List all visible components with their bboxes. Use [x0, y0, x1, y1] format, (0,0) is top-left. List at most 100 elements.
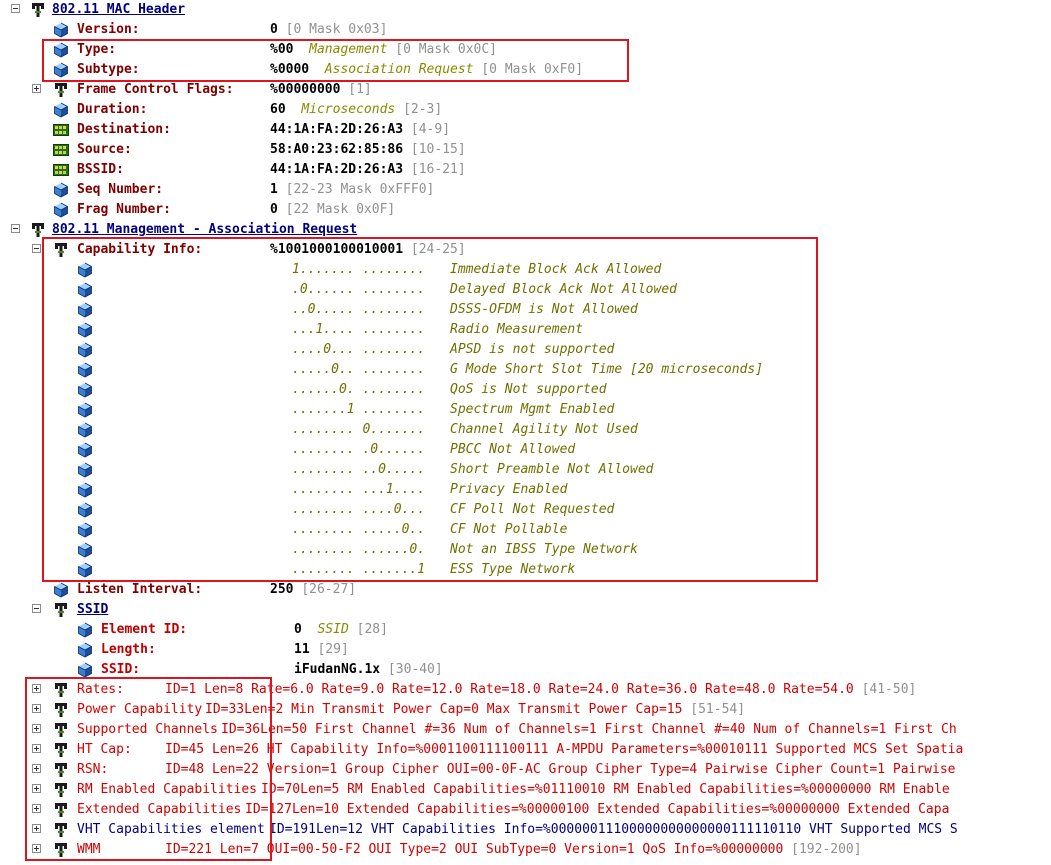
bit-description: CF Not Pollable — [450, 522, 568, 537]
information-element-row[interactable]: RSN: ID=48 Len=22 Version=1 Group Cipher … — [0, 760, 1051, 780]
capability-bit-row[interactable]: ........ ...1.... Privacy Enabled — [0, 480, 1051, 500]
bit-pattern: 1....... ........ — [292, 262, 426, 277]
field-value: 44:1A:FA:2D:26:A3 — [270, 122, 404, 137]
field-cube-icon — [53, 102, 69, 118]
field-cube-icon — [77, 562, 93, 578]
mac-field-row[interactable]: Frame Control Flags: %00000000 [1] — [0, 80, 1051, 100]
mac-header-node[interactable]: 802.11 MAC Header — [0, 0, 1051, 20]
bit-description: DSSS-OFDM is Not Allowed — [450, 302, 638, 317]
capability-bit-row[interactable]: .......1 ........ Spectrum Mgmt Enabled — [0, 400, 1051, 420]
mac-field-row[interactable]: Frag Number: 0 [22 Mask 0x0F] — [0, 200, 1051, 220]
tree-expander-icon[interactable] — [32, 704, 41, 713]
capability-bit-row[interactable]: ........ ....0... CF Poll Not Requested — [0, 500, 1051, 520]
mac-field-row[interactable]: Version: 0 [0 Mask 0x03] — [0, 20, 1051, 40]
capability-bit-row[interactable]: 1....... ........ Immediate Block Ack All… — [0, 260, 1051, 280]
mac-field-row[interactable]: Destination: 44:1A:FA:2D:26:A3 [4-9] — [0, 120, 1051, 140]
mac-field-row[interactable]: Type: %00 Management [0 Mask 0x0C] — [0, 40, 1051, 60]
management-node[interactable]: 802.11 Management - Association Request — [0, 220, 1051, 240]
field-cube-icon — [77, 342, 93, 358]
field-value: 60 — [270, 102, 286, 117]
capability-bit-row[interactable]: ..0..... ........ DSSS-OFDM is Not Allowe… — [0, 300, 1051, 320]
field-value: 1 — [270, 182, 278, 197]
tree-expander-icon[interactable] — [32, 764, 41, 773]
ssid-field-row[interactable]: SSID: iFudanNG.1x [30-40] — [0, 660, 1051, 680]
mac-field-row[interactable]: Subtype: %0000 Association Request [0 Mas… — [0, 60, 1051, 80]
mac-field-row[interactable]: Seq Number: 1 [22-23 Mask 0xFFF0] — [0, 180, 1051, 200]
information-element-row[interactable]: Extended Capabilities ID=127Len=10 Extend… — [0, 800, 1051, 820]
element-label: Extended Capabilities — [77, 802, 242, 817]
bit-description: QoS is Not supported — [450, 382, 607, 397]
element-detail-group: ID=33Len=2 Min Transmit Power Cap=0 Max … — [205, 700, 745, 720]
capability-bit-row[interactable]: ........ ..0..... Short Preamble Not Allo… — [0, 460, 1051, 480]
ssid-field-row[interactable]: Element ID: 0 SSID [28] — [0, 620, 1051, 640]
information-element-row[interactable]: VHT Capabilities element ID=191Len=12 VHT… — [0, 820, 1051, 840]
mac-field-row[interactable]: Duration: 60 Microseconds [2-3] — [0, 100, 1051, 120]
listen-interval-row[interactable]: Listen Interval: 250 [26-27] — [0, 580, 1051, 600]
field-label: Type: — [77, 42, 117, 57]
tree-expander-icon[interactable] — [32, 784, 41, 793]
capability-bit-row[interactable]: .....0.. ........ G Mode Short Slot Time … — [0, 360, 1051, 380]
capability-bit-row[interactable]: ......0. ........ QoS is Not supported — [0, 380, 1051, 400]
field-range: [1] — [348, 82, 372, 97]
field-range: [4-9] — [410, 122, 451, 137]
information-element-row[interactable]: RM Enabled Capabilities ID=70Len=5 RM Ena… — [0, 780, 1051, 800]
element-label: RM Enabled Capabilities — [77, 782, 258, 797]
information-element-row[interactable]: Power Capability ID=33Len=2 Min Transmit … — [0, 700, 1051, 720]
protocol-branch-icon — [53, 822, 69, 838]
tree-expander-icon[interactable] — [32, 724, 41, 733]
capability-bit-row[interactable]: ........ ......0. Not an IBSS Type Networ… — [0, 540, 1051, 560]
bit-description: PBCC Not Allowed — [450, 442, 576, 457]
capability-bit-row[interactable]: ........ .0...... PBCC Not Allowed — [0, 440, 1051, 460]
tree-expander-icon[interactable] — [32, 824, 41, 833]
protocol-branch-icon — [53, 782, 69, 798]
field-cube-icon — [77, 302, 93, 318]
capability-bit-row[interactable]: ........ 0....... Channel Agility Not Use… — [0, 420, 1051, 440]
tree-expander-icon[interactable] — [32, 604, 41, 613]
tree-expander-icon[interactable] — [32, 244, 41, 253]
mac-field-row[interactable]: Source: 58:A0:23:62:85:86 [10-15] — [0, 140, 1051, 160]
capability-bit-row[interactable]: .0...... ........ Delayed Block Ack Not A… — [0, 280, 1051, 300]
information-element-row[interactable]: Rates: ID=1 Len=8 Rate=6.0 Rate=9.0 Rate=… — [0, 680, 1051, 700]
field-value: %0000 — [270, 62, 310, 77]
tree-expander-icon[interactable] — [11, 4, 20, 13]
bit-pattern: .....0.. ........ — [292, 362, 426, 377]
field-cube-icon — [77, 262, 93, 278]
element-detail: ID=48 Len=22 Version=1 Group Cipher OUI=… — [165, 762, 956, 777]
field-value: %00 — [270, 42, 294, 57]
field-label: BSSID: — [77, 162, 124, 177]
field-value-group: %0000 Association Request [0 Mask 0xF0] — [270, 60, 583, 80]
field-range: [22-23 Mask 0xFFF0] — [285, 182, 435, 197]
capability-bit-row[interactable]: ....0... ........ APSD is not supported — [0, 340, 1051, 360]
field-label: Seq Number: — [77, 182, 164, 197]
ssid-field-row[interactable]: Length: 11 [29] — [0, 640, 1051, 660]
bit-pattern: ........ 0....... — [292, 422, 426, 437]
bit-pattern: ........ ...1.... — [292, 482, 426, 497]
information-element-row[interactable]: HT Cap: ID=45 Len=26 HT Capability Info=%… — [0, 740, 1051, 760]
capability-bit-row[interactable]: ........ .....0.. CF Not Pollable — [0, 520, 1051, 540]
field-value-group: 1 [22-23 Mask 0xFFF0] — [270, 180, 434, 200]
field-cube-icon — [77, 422, 93, 438]
tree-expander-icon[interactable] — [32, 844, 41, 853]
information-element-row[interactable]: Supported Channels ID=36Len=50 First Chan… — [0, 720, 1051, 740]
tree-expander-icon[interactable] — [11, 224, 20, 233]
protocol-branch-icon — [53, 702, 69, 718]
ssid-node[interactable]: SSID — [0, 600, 1051, 620]
tree-expander-icon[interactable] — [32, 744, 41, 753]
capability-bit-row[interactable]: ...1.... ........ Radio Measurement — [0, 320, 1051, 340]
capability-info-node[interactable]: Capability Info: %1001000100010001 [24-25… — [0, 240, 1051, 260]
field-cube-icon — [53, 42, 69, 58]
field-description: Management — [309, 42, 388, 57]
tree-expander-icon[interactable] — [32, 804, 41, 813]
tree-expander-icon[interactable] — [32, 84, 41, 93]
information-element-row[interactable]: WMM ID=221 Len=7 OUI=00-50-F2 OUI Type=2 … — [0, 840, 1051, 860]
ssid-field-label: Length: — [101, 642, 156, 657]
capability-bit-row[interactable]: ........ .......1 ESS Type Network — [0, 560, 1051, 580]
listen-interval-label: Listen Interval: — [77, 582, 203, 597]
field-cube-icon — [77, 522, 93, 538]
field-cube-icon — [77, 382, 93, 398]
bit-description: APSD is not supported — [450, 342, 615, 357]
mac-field-row[interactable]: BSSID: 44:1A:FA:2D:26:A3 [16-21] — [0, 160, 1051, 180]
field-cube-icon — [77, 282, 93, 298]
tree-expander-icon[interactable] — [32, 684, 41, 693]
bit-pattern: ........ ....0... — [292, 502, 426, 517]
